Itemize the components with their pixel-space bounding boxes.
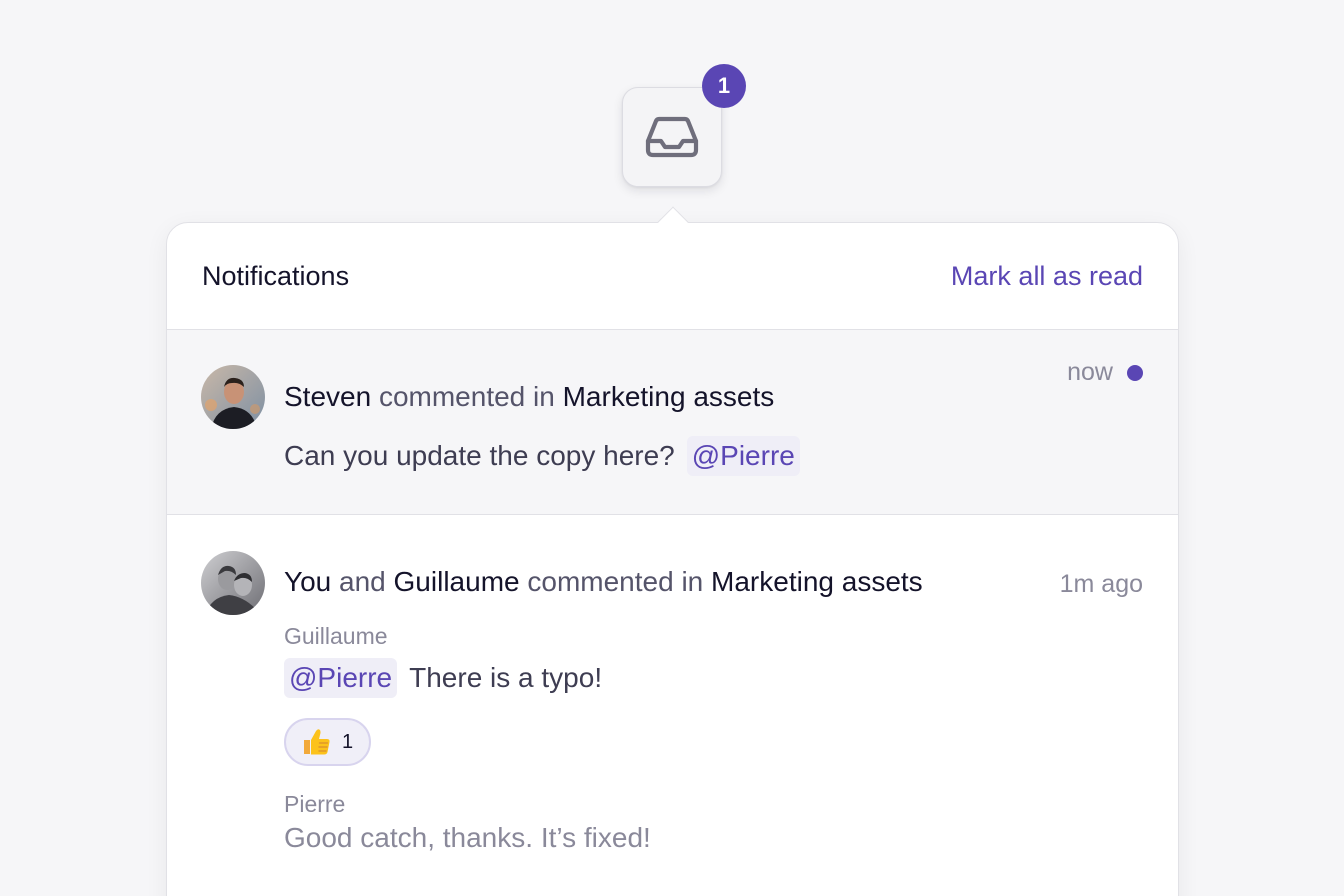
notification-headline: Steven commented in Marketing assets xyxy=(284,381,774,413)
comment-body: @Pierre There is a typo! xyxy=(284,658,602,698)
notification-item-unread[interactable]: Steven commented in Marketing assets now… xyxy=(167,330,1178,515)
target-name[interactable]: Marketing assets xyxy=(563,381,775,412)
mark-all-read-button[interactable]: Mark all as read xyxy=(951,261,1143,292)
avatar xyxy=(201,365,265,429)
popover-header: Notifications Mark all as read xyxy=(167,223,1178,330)
thumbs-up-icon xyxy=(300,726,332,758)
mention-tag[interactable]: @Pierre xyxy=(686,436,800,476)
notification-message: Can you update the copy here? @Pierre xyxy=(284,436,800,476)
verb-text: commented in xyxy=(527,566,704,597)
notification-item[interactable]: You and Guillaume commented in Marketing… xyxy=(167,515,1178,896)
unread-dot-icon xyxy=(1127,364,1143,381)
notifications-popover: Notifications Mark all as read Steven co… xyxy=(166,222,1179,896)
inbox-button[interactable] xyxy=(622,87,722,187)
inbox-tray-icon xyxy=(642,107,702,167)
actor-name[interactable]: Steven xyxy=(284,381,371,412)
avatar xyxy=(201,551,265,615)
verb-text: commented in xyxy=(378,381,555,412)
time-label: now xyxy=(1067,358,1113,386)
target-name[interactable]: Marketing assets xyxy=(711,566,923,597)
popover-title: Notifications xyxy=(202,260,350,291)
notification-time: now xyxy=(1067,358,1143,387)
time-label: 1m ago xyxy=(1059,570,1143,598)
message-text: Can you update the copy here? xyxy=(284,440,675,471)
comment-author: Pierre xyxy=(284,791,346,817)
conjunction-text: and xyxy=(339,566,386,597)
comment-text: There is a typo! xyxy=(409,662,603,693)
comment-author: Guillaume xyxy=(284,623,388,649)
actor-name[interactable]: Guillaume xyxy=(394,566,520,597)
reaction-count: 1 xyxy=(342,730,354,753)
mention-tag[interactable]: @Pierre xyxy=(284,658,398,698)
notification-time: 1m ago xyxy=(1060,570,1143,599)
comment-text: Good catch, thanks. It’s fixed! xyxy=(284,822,651,853)
notification-headline: You and Guillaume commented in Marketing… xyxy=(284,566,923,598)
stage: 1 Notifications Mark all as read Steven … xyxy=(0,0,1344,896)
actor-name[interactable]: You xyxy=(284,566,331,597)
reaction-pill[interactable]: 1 xyxy=(284,718,372,766)
notification-count-badge: 1 xyxy=(702,64,746,108)
